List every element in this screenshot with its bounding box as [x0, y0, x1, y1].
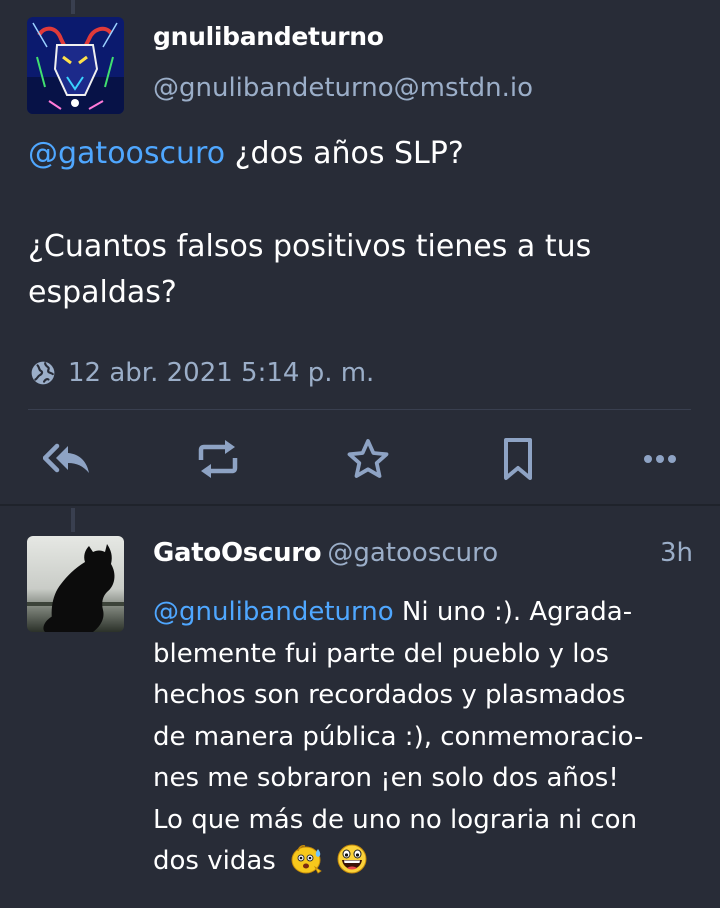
status-timestamp[interactable]: 12 abr. 2021 5:14 p. m.	[68, 358, 374, 388]
more-icon	[644, 455, 676, 463]
more-button[interactable]	[632, 434, 688, 484]
reply-text-line: de manera pública :), conmemoracio-	[153, 721, 644, 752]
sweating-smiley-emoji	[291, 845, 322, 874]
avatar[interactable]	[27, 536, 124, 632]
display-name[interactable]: gnulibandeturno	[153, 22, 384, 51]
boost-icon	[198, 440, 238, 478]
laughing-face-emoji	[337, 844, 367, 874]
account-handle[interactable]: @gatooscuro	[327, 538, 498, 568]
status-text-line1: ¿dos años SLP?	[225, 136, 464, 171]
favourite-button[interactable]	[340, 434, 396, 484]
status-text-paragraph2: ¿Cuantos falsos positivos tienes a tus e…	[28, 229, 592, 310]
reply-content: @gnulibandeturno Ni uno :). Agrada- blem…	[153, 592, 698, 883]
focused-status: gnulibandeturno @gnulibandeturno@mstdn.i…	[0, 0, 720, 504]
mention-link[interactable]: @gatoosc​uro	[28, 136, 225, 171]
reply-text-line: blemente fui parte del pueblo y los	[153, 638, 609, 669]
display-name[interactable]: GatoOscuro	[153, 538, 322, 568]
reply-text-line: nes me sobraron ¡en solo dos años!	[153, 763, 619, 793]
reply-all-icon	[43, 443, 89, 473]
thread-view: gnulibandeturno @gnulibandeturno@mstdn.i…	[0, 0, 720, 908]
reply-header: GatoOscuro @gatooscuro 3h	[153, 536, 693, 570]
mention-link[interactable]: @gnulibandeturno	[153, 597, 394, 627]
favourite-icon	[347, 439, 389, 478]
status-content: @gatoosc​uro ¿dos años SLP? ¿Cuantos fal…	[28, 131, 688, 316]
divider	[28, 409, 691, 410]
boost-button[interactable]	[190, 434, 246, 484]
bookmark-icon	[504, 438, 532, 480]
reply-all-button[interactable]	[40, 434, 96, 484]
bookmark-button[interactable]	[490, 434, 546, 484]
reply-text-line: hechos son recordados y plasmados	[153, 680, 626, 710]
globe-icon	[31, 361, 55, 385]
avatar-black-cat-photo	[27, 536, 124, 632]
status-meta: 12 abr. 2021 5:14 p. m.	[30, 358, 374, 388]
reply-status[interactable]: GatoOscuro @gatooscuro 3h @gnulibandeturn…	[0, 506, 720, 908]
relative-time[interactable]: 3h	[660, 536, 693, 570]
avatar-artwork	[27, 17, 124, 114]
avatar[interactable]	[27, 17, 124, 114]
reply-text-line: Lo que más de uno no lograria ni con	[153, 804, 638, 835]
reply-text-line: Ni uno :). Agrada-	[393, 597, 633, 627]
account-handle[interactable]: @gnulibandeturno@mstdn.io	[153, 73, 533, 103]
action-bar	[0, 418, 720, 502]
reply-text-line: dos vidas	[153, 846, 276, 876]
